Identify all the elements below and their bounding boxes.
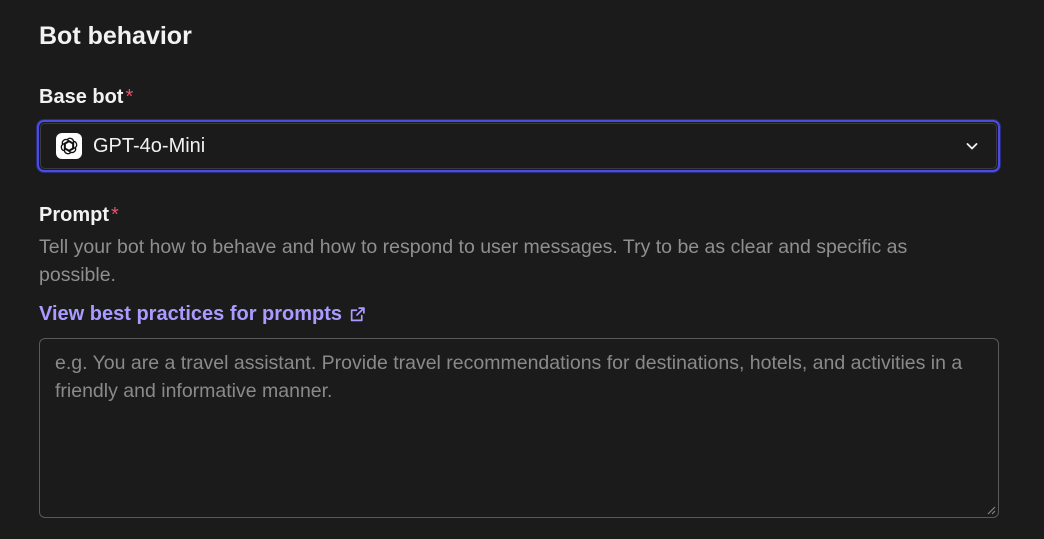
prompt-label: Prompt * <box>39 202 119 228</box>
required-asterisk: * <box>125 86 134 108</box>
best-practices-link-text: View best practices for prompts <box>39 303 343 325</box>
section-title: Bot behavior <box>39 22 192 50</box>
prompt-textarea-container <box>39 338 999 518</box>
base-bot-label-text: Base bot <box>39 86 124 108</box>
prompt-textarea[interactable] <box>40 339 998 517</box>
prompt-label-text: Prompt <box>39 204 109 226</box>
chevron-down-icon <box>966 143 978 150</box>
base-bot-label: Base bot * <box>39 84 133 110</box>
external-link-icon <box>350 306 365 321</box>
selected-model-name: GPT-4o-Mini <box>93 135 206 157</box>
resize-handle-icon[interactable] <box>986 505 996 515</box>
bot-behavior-section: Bot behavior Base bot * GPT-4o-Mini Promp <box>0 0 1044 539</box>
prompt-help-text: Tell your bot how to behave and how to r… <box>39 236 908 286</box>
required-asterisk: * <box>111 204 119 226</box>
base-bot-select[interactable]: GPT-4o-Mini <box>37 120 1000 172</box>
best-practices-link[interactable]: View best practices for prompts <box>39 300 366 328</box>
openai-logo-icon <box>56 133 82 159</box>
